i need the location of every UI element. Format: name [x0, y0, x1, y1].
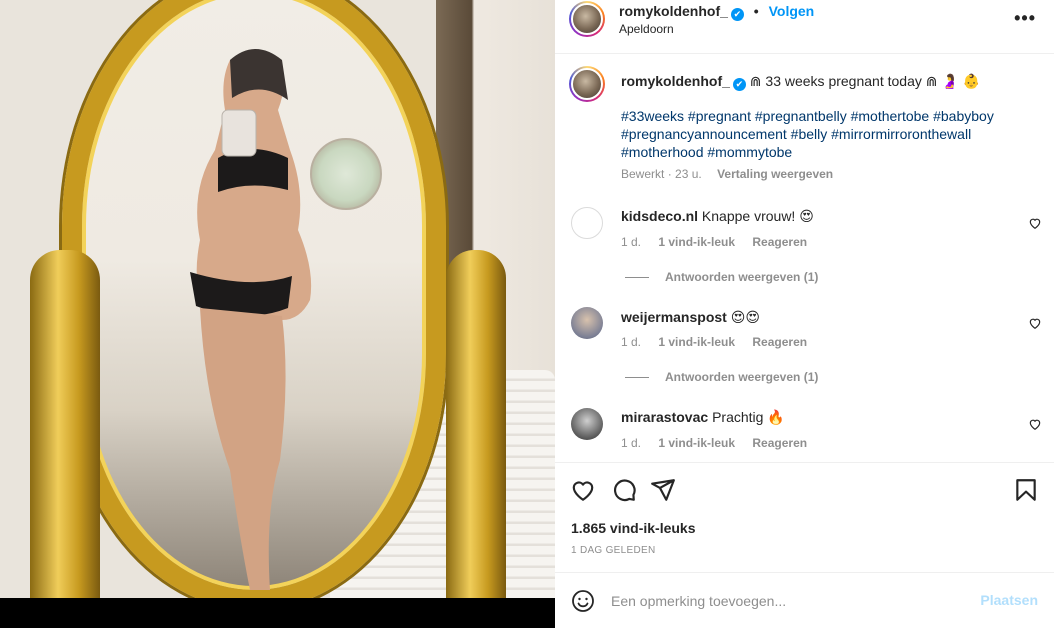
add-comment-bar: Plaatsen	[555, 572, 1054, 628]
comment-username[interactable]: weijermanspost	[621, 309, 727, 325]
image-mirror-post-left	[30, 250, 100, 598]
comment-username[interactable]: kidsdeco.nl	[621, 208, 698, 224]
caption-username[interactable]: romykoldenhof_	[621, 73, 730, 89]
author-avatar[interactable]	[569, 1, 605, 37]
follow-button[interactable]: Volgen	[769, 3, 815, 19]
comment-body: weijermanspost 😍😍	[621, 309, 760, 326]
caption-hashtags[interactable]: #33weeks #pregnant #pregnantbelly #mothe…	[621, 107, 1041, 161]
comment-heart-icon[interactable]	[1028, 417, 1042, 431]
caption-text: ⋒ 33 weeks pregnant today ⋒ 🤰 👶	[749, 73, 981, 89]
post-actions: 1.865 vind-ik-leuks 1 DAG GELEDEN	[555, 462, 1054, 572]
comment-input[interactable]	[611, 590, 971, 612]
comment-avatar[interactable]	[571, 207, 603, 239]
post-location[interactable]: Apeldoorn	[619, 22, 674, 36]
comment-likes[interactable]: 1 vind-ik-leuk	[658, 335, 735, 349]
post-sidebar: romykoldenhof_ ✔ • Volgen Apeldoorn ••• r…	[555, 0, 1054, 628]
share-icon[interactable]	[650, 477, 676, 503]
heart-icon[interactable]	[570, 477, 596, 503]
translate-link[interactable]: Vertaling weergeven	[717, 167, 833, 181]
comment-age: 1 d.	[621, 235, 642, 249]
comment-avatar[interactable]	[571, 307, 603, 339]
like-count[interactable]: 1.865 vind-ik-leuks	[571, 520, 696, 536]
comment-icon[interactable]	[611, 477, 637, 503]
comment-text: Knappe vrouw! 😍	[701, 208, 814, 224]
view-replies-button[interactable]: Antwoorden weergeven (1)	[625, 270, 818, 284]
post-comment-button[interactable]: Plaatsen	[980, 592, 1038, 608]
caption-line: romykoldenhof_ ✔ ⋒ 33 weeks pregnant toda…	[621, 73, 1041, 91]
comment-heart-icon[interactable]	[1028, 316, 1042, 330]
post-image[interactable]	[0, 0, 555, 598]
comment-age: 1 d.	[621, 436, 642, 450]
verified-icon: ✔	[732, 78, 746, 91]
bookmark-icon[interactable]	[1013, 477, 1039, 503]
caption-avatar[interactable]	[569, 66, 605, 102]
comment-likes[interactable]: 1 vind-ik-leuk	[658, 436, 735, 450]
comment-avatar[interactable]	[571, 408, 603, 440]
image-mirror-post-right	[446, 250, 506, 598]
caption-age: 23 u.	[675, 167, 702, 181]
comment-heart-icon[interactable]	[1028, 216, 1042, 230]
comment-meta: 1 d. 1 vind-ik-leuk Reageren	[621, 335, 821, 349]
separator-dot: •	[753, 3, 759, 19]
comment-meta: 1 d. 1 vind-ik-leuk Reageren	[621, 436, 821, 450]
header-user-line: romykoldenhof_ ✔ • Volgen	[619, 3, 814, 21]
comment-meta: 1 d. 1 vind-ik-leuk Reageren	[621, 235, 821, 249]
reply-button[interactable]: Reageren	[752, 436, 807, 450]
author-username[interactable]: romykoldenhof_	[619, 3, 728, 19]
comment-body: mirarastovac Prachtig 🔥	[621, 409, 785, 426]
comment-age: 1 d.	[621, 335, 642, 349]
comment-body: kidsdeco.nl Knappe vrouw! 😍	[621, 208, 814, 225]
image-letterbox	[0, 598, 555, 628]
emoji-icon[interactable]	[571, 589, 595, 613]
more-options-icon[interactable]: •••	[1014, 8, 1036, 29]
comment-likes[interactable]: 1 vind-ik-leuk	[658, 235, 735, 249]
reply-button[interactable]: Reageren	[752, 235, 807, 249]
image-person-silhouette	[190, 49, 312, 590]
post-header: romykoldenhof_ ✔ • Volgen Apeldoorn •••	[555, 0, 1054, 54]
comment-text: 😍😍	[730, 309, 760, 325]
view-replies-button[interactable]: Antwoorden weergeven (1)	[625, 370, 818, 384]
reply-button[interactable]: Reageren	[752, 335, 807, 349]
comment-text: Prachtig 🔥	[712, 409, 785, 425]
caption-meta: Bewerkt · 23 u. Vertaling weergeven	[621, 167, 834, 181]
caption-edited: Bewerkt	[621, 167, 665, 181]
comment-username[interactable]: mirarastovac	[621, 409, 708, 425]
post-date: 1 DAG GELEDEN	[571, 545, 656, 556]
verified-icon: ✔	[730, 8, 744, 21]
